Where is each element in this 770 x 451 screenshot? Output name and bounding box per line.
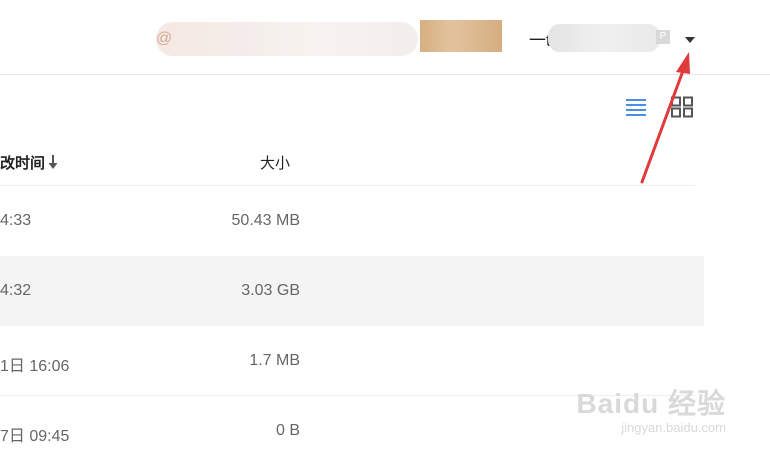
row-size: 50.43 MB xyxy=(231,212,300,229)
blurred-username[interactable] xyxy=(548,24,660,52)
grid-view-icon[interactable] xyxy=(670,96,694,118)
file-row[interactable]: 4:33 50.43 MB xyxy=(0,186,704,256)
row-size: 1.7 MB xyxy=(249,352,300,369)
file-row[interactable]: 4:32 3.03 GB xyxy=(0,256,704,326)
page: @ 一t P 改时间 大小 4:33 50.43 MB 4:32 3.03 GB xyxy=(0,0,770,451)
column-header-modified-time[interactable]: 改时间 xyxy=(0,152,45,173)
row-modified-time: 7日 09:45 xyxy=(0,428,70,445)
watermark-main: Baidu 经验 xyxy=(576,388,726,419)
blurred-email: @ xyxy=(156,22,418,56)
row-modified-time: 1日 16:06 xyxy=(0,358,70,375)
sort-down-arrow-icon[interactable] xyxy=(47,154,59,170)
list-view-icon[interactable] xyxy=(624,96,648,118)
email-at-sign: @ xyxy=(156,30,173,47)
caret-down-icon[interactable] xyxy=(683,34,697,44)
row-modified-time: 4:33 xyxy=(0,212,32,229)
top-header: @ 一t P xyxy=(0,0,770,75)
watermark-sub: jingyan.baidu.com xyxy=(621,420,726,435)
row-modified-time: 4:32 xyxy=(0,282,32,299)
row-size: 0 B xyxy=(275,422,300,439)
row-size: 3.03 GB xyxy=(241,282,300,299)
baidu-watermark: Baidu 经验 jingyan.baidu.com xyxy=(576,382,726,435)
column-header-size[interactable]: 大小 xyxy=(260,152,290,173)
blurred-avatar[interactable] xyxy=(420,20,502,52)
vip-badge: P xyxy=(656,30,670,44)
